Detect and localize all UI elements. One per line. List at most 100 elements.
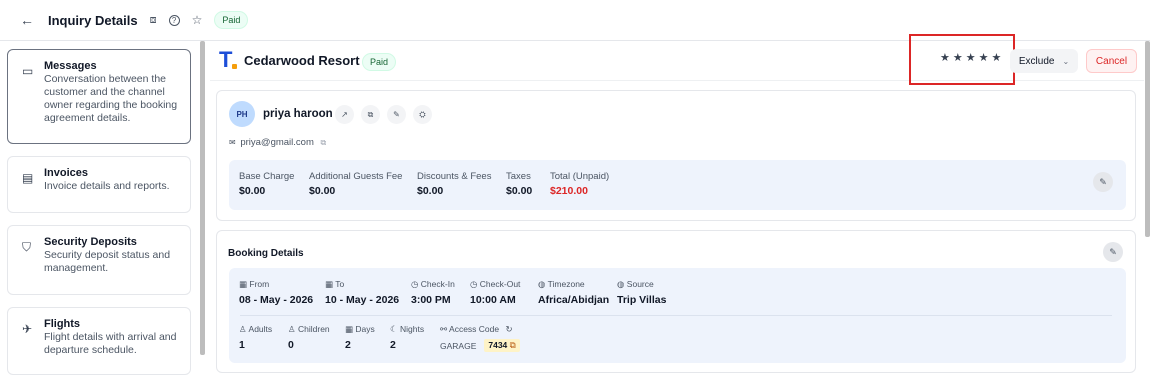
- edit-icon[interactable]: ✎: [387, 105, 406, 124]
- guest-email-row: ✉ priya@gmail.com ⧉: [229, 137, 326, 148]
- fee-label: Additional Guests Fee: [309, 171, 403, 182]
- detail-source: ◍ Source Trip Villas: [617, 279, 666, 306]
- detail-children: ♙ Children 0: [288, 324, 330, 351]
- brand-logo-dot: [232, 64, 237, 69]
- status-badge: Paid: [362, 53, 397, 71]
- detail-value: 08 - May - 2026: [239, 294, 314, 306]
- sidebar-item-flights[interactable]: ✈ Flights Flight details with arrival an…: [7, 307, 191, 375]
- calendar-icon: ▦: [345, 324, 354, 334]
- email-icon: ✉: [229, 138, 236, 147]
- back-arrow-icon[interactable]: ←: [20, 12, 34, 28]
- detail-from: ▦ From 08 - May - 2026: [239, 279, 313, 306]
- sidebar-item-security-deposits[interactable]: ⛉ Security Deposits Security deposit sta…: [7, 225, 191, 295]
- fee-value: $0.00: [506, 185, 533, 197]
- sidebar-item-desc: Conversation between the customer and th…: [44, 73, 178, 124]
- person-icon: ♙: [239, 324, 247, 334]
- sidebar-item-invoices[interactable]: ▤ Invoices Invoice details and reports.: [7, 156, 191, 213]
- detail-label: Children: [298, 324, 330, 334]
- sidebar-item-label: Messages: [44, 60, 97, 72]
- clock-icon: ◷: [470, 279, 478, 289]
- rating-stars-icon[interactable]: ★★★★★: [940, 51, 1004, 64]
- fee-label: Taxes: [506, 171, 531, 182]
- guest-panel: PH priya haroon ↗ ⧉ ✎ ⛭ ✉ priya@gmail.co…: [216, 90, 1136, 221]
- incognito-icon[interactable]: ⛭: [413, 105, 432, 124]
- fee-value: $0.00: [417, 185, 444, 197]
- detail-to: ▦ To 10 - May - 2026: [325, 279, 399, 306]
- detail-access-code: ⚯ Access Code ↻ GARAGE 7434 ⧉: [440, 324, 520, 352]
- detail-label: Nights: [400, 324, 425, 334]
- detail-label: Adults: [248, 324, 273, 334]
- globe-icon: ◍: [538, 279, 546, 289]
- detail-nights: ☾ Nights 2: [390, 324, 424, 351]
- detail-label: Check-Out: [479, 279, 521, 289]
- fee-additional-guests: Additional Guests Fee $0.00: [309, 171, 402, 197]
- fee-label: Discounts & Fees: [417, 171, 492, 182]
- calendar-icon: ▦: [325, 279, 334, 289]
- document-icon: ▤: [22, 171, 34, 185]
- edit-fees-icon[interactable]: ✎: [1093, 172, 1113, 192]
- access-code-name: GARAGE: [440, 340, 477, 351]
- key-icon: ⚯: [440, 324, 448, 334]
- sidebar-item-desc: Invoice details and reports.: [44, 180, 170, 192]
- detail-value: Africa/Abidjan: [538, 294, 610, 306]
- booking-details-panel: Booking Details ✎ ▦ From 08 - May - 2026…: [216, 230, 1136, 373]
- sidebar-scrollbar[interactable]: [200, 41, 205, 355]
- shield-icon: ⛉: [22, 240, 32, 254]
- fee-base-charge: Base Charge $0.00: [239, 171, 294, 197]
- access-code-number: 7434: [488, 340, 508, 350]
- open-link-icon[interactable]: ↗: [335, 105, 354, 124]
- sidebar-item-desc: Flight details with arrival and departur…: [44, 331, 177, 356]
- favorite-star-icon[interactable]: ☆: [192, 13, 203, 27]
- detail-check-out: ◷ Check-Out 10:00 AM: [470, 279, 520, 306]
- detail-value: 1: [239, 339, 245, 351]
- detail-label: Timezone: [547, 279, 585, 289]
- refresh-icon[interactable]: ↻: [506, 324, 513, 334]
- fee-taxes: Taxes $0.00: [506, 171, 532, 197]
- copy-icon[interactable]: ⧉: [361, 105, 380, 124]
- access-code-row: GARAGE 7434 ⧉: [440, 339, 520, 352]
- avatar: PH: [229, 101, 255, 127]
- main-content: T Cedarwood Resort Paid ★★★★★ Exclude ⌄ …: [210, 34, 1144, 378]
- property-name: Cedarwood Resort: [244, 53, 360, 68]
- help-icon[interactable]: ?: [168, 14, 180, 26]
- chevron-down-icon: ⌄: [1062, 56, 1070, 66]
- detail-value: 3:00 PM: [411, 294, 451, 306]
- detail-days: ▦ Days 2: [345, 324, 375, 351]
- divider: [240, 315, 1112, 316]
- booking-details-box: ▦ From 08 - May - 2026 ▦ To 10 - May - 2…: [229, 268, 1126, 363]
- sidebar-item-desc: Security deposit status and management.: [44, 249, 171, 274]
- copy-code-icon[interactable]: ⧉: [510, 340, 516, 350]
- main-scrollbar[interactable]: [1145, 41, 1150, 237]
- fee-value: $0.00: [309, 185, 336, 197]
- edit-booking-icon[interactable]: ✎: [1103, 242, 1123, 262]
- fee-total: Total (Unpaid) $210.00: [550, 171, 609, 197]
- video-icon[interactable]: ⧈: [150, 14, 157, 27]
- detail-value: 10:00 AM: [470, 294, 516, 306]
- calendar-icon: ▦: [239, 279, 248, 289]
- detail-check-in: ◷ Check-In 3:00 PM: [411, 279, 455, 306]
- sidebar-item-label: Invoices: [44, 167, 89, 179]
- person-icon: ♙: [288, 324, 296, 334]
- cancel-button[interactable]: Cancel: [1086, 49, 1137, 73]
- sidebar-item-label: Security Deposits: [44, 236, 137, 248]
- copy-email-icon[interactable]: ⧉: [321, 138, 327, 147]
- detail-label: To: [335, 279, 345, 289]
- globe-icon: ◍: [617, 279, 625, 289]
- detail-value: 2: [345, 339, 351, 351]
- status-badge: Paid: [214, 11, 249, 29]
- sidebar: ▭ Messages Conversation between the cust…: [0, 41, 200, 378]
- detail-label: From: [249, 279, 270, 289]
- detail-adults: ♙ Adults 1: [239, 324, 272, 351]
- property-header: T Cedarwood Resort Paid ★★★★★ Exclude ⌄ …: [210, 34, 1144, 85]
- exclude-dropdown-button[interactable]: Exclude ⌄: [1010, 49, 1078, 73]
- detail-value: 10 - May - 2026: [325, 294, 400, 306]
- fee-value: $0.00: [239, 185, 266, 197]
- sidebar-item-messages[interactable]: ▭ Messages Conversation between the cust…: [7, 49, 191, 144]
- access-code-value[interactable]: 7434 ⧉: [484, 339, 520, 352]
- fee-discounts: Discounts & Fees $0.00: [417, 171, 491, 197]
- fee-label: Base Charge: [239, 171, 295, 182]
- exclude-label: Exclude: [1018, 55, 1055, 67]
- detail-label: Days: [355, 324, 375, 334]
- section-title: Booking Details: [228, 248, 304, 259]
- moon-icon: ☾: [390, 324, 398, 334]
